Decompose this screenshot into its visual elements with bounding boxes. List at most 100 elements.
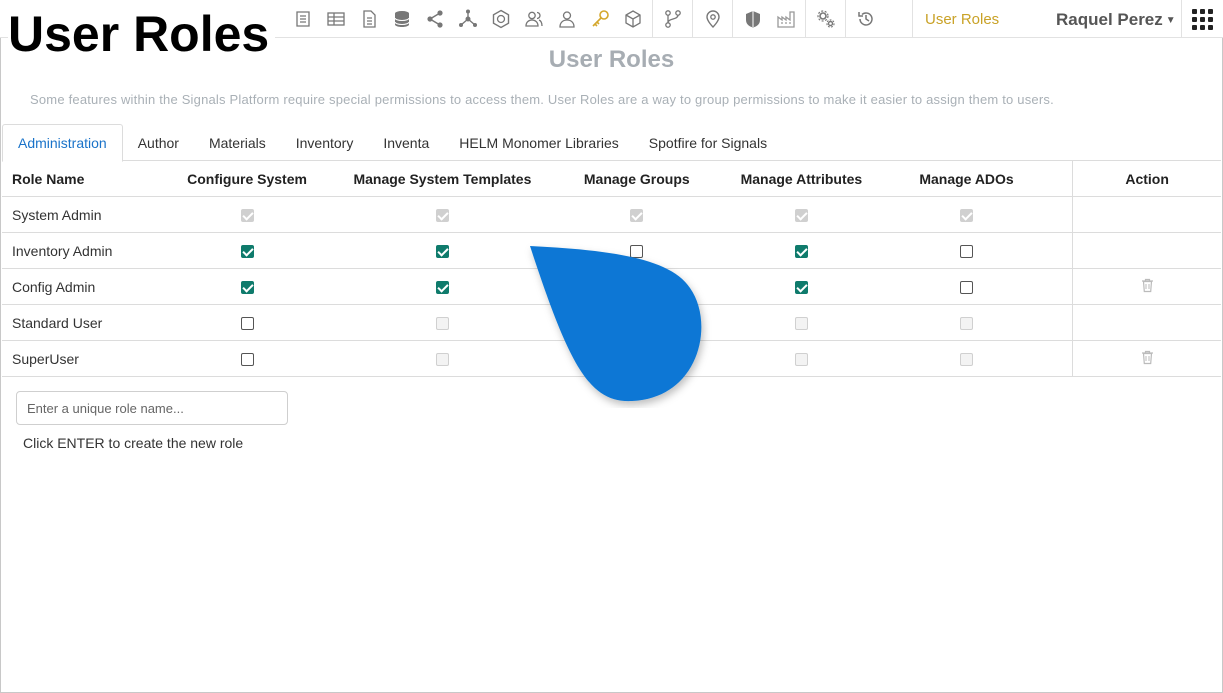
toolbar-divider xyxy=(845,0,846,38)
role-name: Inventory Admin xyxy=(12,242,113,259)
permission-checkbox xyxy=(794,209,808,223)
apps-grid-icon[interactable] xyxy=(1192,9,1213,30)
group-icon[interactable] xyxy=(517,0,550,38)
permission-checkbox[interactable] xyxy=(960,245,974,259)
toolbar-icons xyxy=(286,0,882,38)
tab-inventory[interactable]: Inventory xyxy=(281,124,369,161)
tab-helm-monomer-libraries[interactable]: HELM Monomer Libraries xyxy=(444,124,634,161)
column-header[interactable]: Manage ADOs xyxy=(871,171,1062,187)
key-icon[interactable] xyxy=(583,0,616,38)
overlay-title: User Roles xyxy=(8,6,276,62)
permission-cell xyxy=(732,351,871,367)
tab-administration[interactable]: Administration xyxy=(2,124,123,162)
action-cell xyxy=(1072,268,1221,305)
permission-cell xyxy=(151,207,343,223)
permission-cell xyxy=(871,207,1062,223)
toolbar-divider xyxy=(1181,0,1182,38)
permission-checkbox[interactable] xyxy=(240,245,254,259)
permission-checkbox[interactable] xyxy=(960,281,974,295)
permission-cell xyxy=(343,315,541,331)
share-icon[interactable] xyxy=(418,0,451,38)
permission-cell xyxy=(542,207,732,223)
list-icon[interactable] xyxy=(286,0,319,38)
toolbar-divider xyxy=(732,0,733,38)
blue-drop-shape xyxy=(530,246,702,402)
action-cell xyxy=(1072,340,1221,377)
permission-checkbox xyxy=(794,317,808,331)
hexagon-badge-icon[interactable] xyxy=(484,0,517,38)
user-menu[interactable]: Raquel Perez ▼ xyxy=(1056,10,1176,30)
table-row: System Admin xyxy=(2,196,1221,233)
person-icon[interactable] xyxy=(550,0,583,38)
permission-checkbox xyxy=(960,317,974,331)
workflow-icon[interactable] xyxy=(656,0,689,38)
permission-tabs: Administration Author Materials Inventory In… xyxy=(2,124,1221,162)
role-name: Config Admin xyxy=(12,278,96,295)
permission-checkbox[interactable] xyxy=(794,281,808,295)
network-icon[interactable] xyxy=(451,0,484,38)
permission-cell xyxy=(871,315,1062,331)
permission-cell xyxy=(343,279,541,295)
permission-cell xyxy=(871,243,1062,259)
action-cell xyxy=(1072,196,1221,233)
permission-checkbox xyxy=(435,209,449,223)
table-header-row: Role Name Configure System Manage System T… xyxy=(2,160,1221,197)
permission-checkbox[interactable] xyxy=(435,281,449,295)
permission-checkbox[interactable] xyxy=(794,245,808,259)
permission-cell xyxy=(732,243,871,259)
tab-inventa[interactable]: Inventa xyxy=(368,124,444,161)
permission-checkbox[interactable] xyxy=(240,281,254,295)
column-header[interactable]: Configure System xyxy=(151,171,343,187)
tab-materials[interactable]: Materials xyxy=(194,124,281,161)
permission-checkbox[interactable] xyxy=(240,317,254,331)
permission-cell xyxy=(151,315,343,331)
trash-icon[interactable] xyxy=(1141,350,1154,368)
permission-checkbox[interactable] xyxy=(435,245,449,259)
permission-checkbox[interactable] xyxy=(240,353,254,367)
tab-author[interactable]: Author xyxy=(123,124,194,161)
permission-cell xyxy=(732,279,871,295)
column-header[interactable]: Action xyxy=(1072,160,1221,197)
table-icon[interactable] xyxy=(319,0,352,38)
shield-icon[interactable] xyxy=(736,0,769,38)
toolbar-divider xyxy=(692,0,693,38)
caret-down-icon: ▼ xyxy=(1165,15,1176,27)
permission-cell xyxy=(732,207,871,223)
settings-gears-icon[interactable] xyxy=(809,0,842,38)
new-role-hint: Click ENTER to create the new role xyxy=(23,435,244,451)
permission-cell xyxy=(151,351,343,367)
column-header[interactable]: Manage System Templates xyxy=(343,171,541,187)
toolbar-divider xyxy=(912,0,913,38)
cube-icon[interactable] xyxy=(616,0,649,38)
permission-checkbox xyxy=(960,209,974,223)
permission-cell xyxy=(871,279,1062,295)
column-header[interactable]: Manage Groups xyxy=(542,171,732,187)
permission-checkbox xyxy=(240,209,254,223)
role-name: SuperUser xyxy=(12,350,79,367)
column-header[interactable]: Manage Attributes xyxy=(732,171,871,187)
location-pin-icon[interactable] xyxy=(696,0,729,38)
permission-checkbox xyxy=(435,317,449,331)
permission-cell xyxy=(732,315,871,331)
permission-checkbox xyxy=(630,209,644,223)
permission-cell xyxy=(343,207,541,223)
document-icon[interactable] xyxy=(352,0,385,38)
toolbar-divider xyxy=(652,0,653,38)
column-header[interactable]: Role Name xyxy=(2,171,151,187)
factory-icon[interactable] xyxy=(769,0,802,38)
history-icon[interactable] xyxy=(849,0,882,38)
current-page-label[interactable]: User Roles xyxy=(925,11,999,28)
action-cell xyxy=(1072,304,1221,341)
permission-cell xyxy=(343,243,541,259)
permission-checkbox xyxy=(960,353,974,367)
role-name: System Admin xyxy=(12,206,102,223)
trash-icon[interactable] xyxy=(1141,278,1154,296)
page-description: Some features within the Signals Platfor… xyxy=(30,92,1054,107)
permission-checkbox xyxy=(794,353,808,367)
new-role-input[interactable] xyxy=(16,391,288,425)
database-icon[interactable] xyxy=(385,0,418,38)
tab-spotfire-for-signals[interactable]: Spotfire for Signals xyxy=(634,124,782,161)
toolbar-divider xyxy=(805,0,806,38)
permission-checkbox xyxy=(435,353,449,367)
role-name: Standard User xyxy=(12,314,103,331)
